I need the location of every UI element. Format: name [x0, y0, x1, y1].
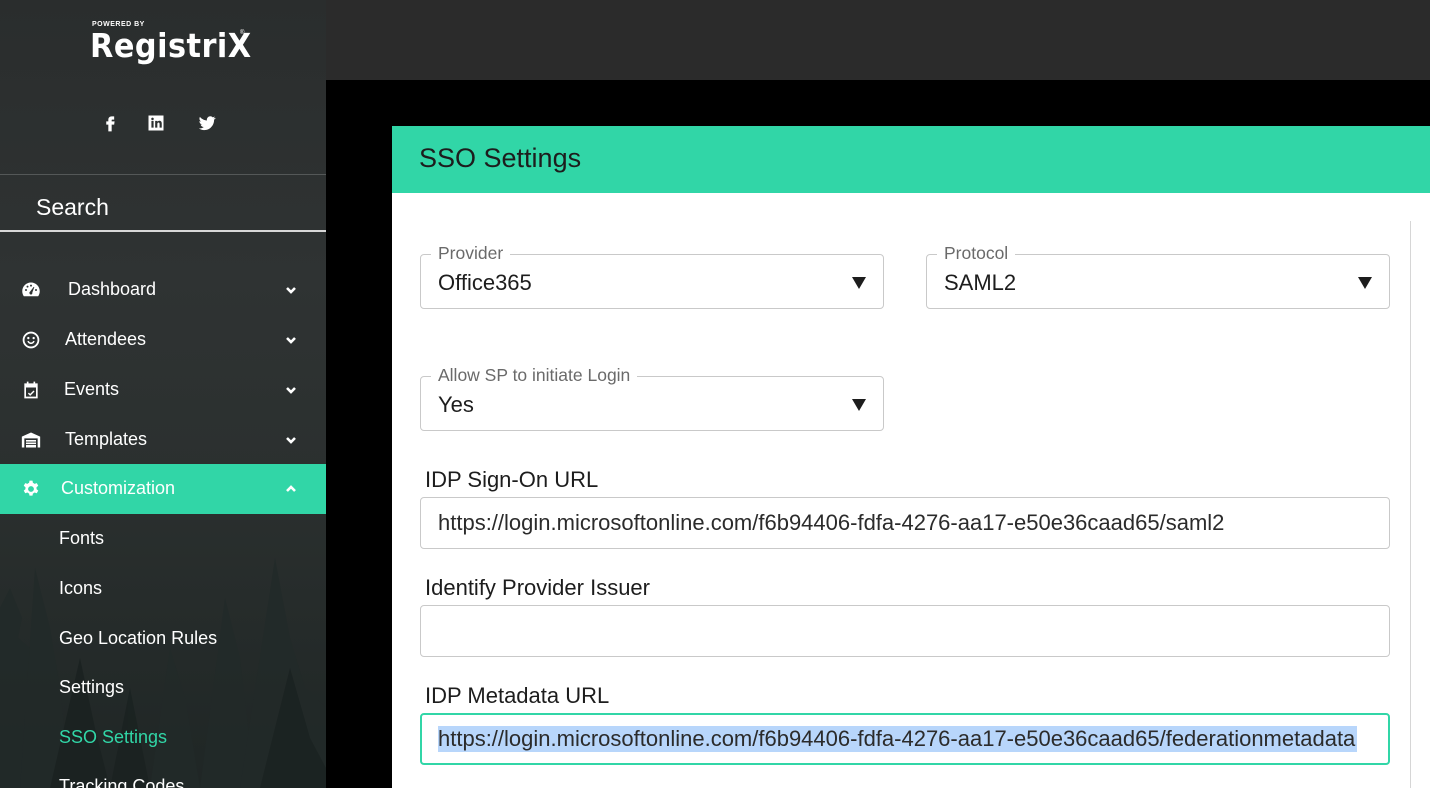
sidebar-item-events[interactable]: Events — [0, 365, 326, 415]
sidebar-search[interactable]: Search — [36, 194, 109, 221]
chevron-down-icon — [284, 383, 300, 399]
subitem-geo-location-rules[interactable]: Geo Location Rules — [59, 628, 217, 649]
registrix-logo[interactable]: POWERED BY RegistriX ® — [90, 20, 252, 65]
subitem-sso-settings[interactable]: SSO Settings — [59, 727, 167, 748]
dashboard-gauge-icon — [21, 280, 43, 302]
linkedin-icon[interactable] — [143, 110, 169, 136]
protocol-select[interactable]: Protocol SAML2 — [926, 243, 1390, 309]
issuer-field[interactable] — [420, 605, 1390, 657]
sidebar-item-label: Customization — [61, 478, 176, 498]
chevron-down-icon — [284, 433, 300, 449]
divider — [0, 174, 326, 175]
social-links — [0, 110, 326, 136]
top-bar — [326, 0, 1430, 80]
facebook-icon[interactable] — [97, 110, 123, 136]
subitem-tracking-codes[interactable]: Tracking Codes — [59, 776, 184, 788]
sso-settings-card: SSO Settings Provider Office365 Protocol… — [392, 126, 1430, 788]
allow-sp-legend: Allow SP to initiate Login — [431, 365, 638, 386]
twitter-icon[interactable] — [194, 110, 220, 136]
sidebar-item-templates[interactable]: Templates — [0, 415, 326, 465]
sidebar-item-customization[interactable]: Customization — [0, 464, 326, 514]
sidebar: POWERED BY RegistriX ® Search Dashboard … — [0, 0, 326, 788]
sidebar-item-label: Dashboard — [68, 279, 157, 299]
chevron-up-icon — [284, 482, 300, 498]
sidebar-item-label: Attendees — [65, 329, 147, 349]
trademark-mark: ® — [240, 30, 245, 36]
subitem-icons[interactable]: Icons — [59, 578, 102, 599]
sidebar-item-attendees[interactable]: Attendees — [0, 315, 326, 365]
warehouse-icon — [21, 430, 43, 452]
chevron-down-icon — [284, 333, 300, 349]
dropdown-arrow-icon — [851, 274, 867, 290]
page-title: SSO Settings — [419, 143, 582, 173]
idp-signon-label: IDP Sign-On URL — [425, 467, 599, 492]
protocol-value: SAML2 — [944, 270, 1017, 295]
chevron-down-icon — [284, 283, 300, 299]
provider-select[interactable]: Provider Office365 — [420, 243, 884, 309]
idp-signon-url-field[interactable]: https://login.microsoftonline.com/f6b944… — [420, 497, 1390, 549]
issuer-label: Identify Provider Issuer — [425, 575, 650, 600]
calendar-check-icon — [21, 380, 43, 402]
protocol-legend: Protocol — [937, 243, 1016, 264]
metadata-url-label: IDP Metadata URL — [425, 683, 610, 708]
sidebar-item-label: Events — [64, 379, 120, 399]
idp-metadata-url-field[interactable]: https://login.microsoftonline.com/f6b944… — [420, 713, 1390, 765]
sidebar-item-dashboard[interactable]: Dashboard — [0, 265, 326, 315]
provider-value: Office365 — [438, 270, 532, 295]
idp-metadata-url-value: https://login.microsoftonline.com/f6b944… — [438, 726, 1358, 752]
sidebar-item-label: Templates — [65, 429, 148, 449]
subitem-fonts[interactable]: Fonts — [59, 528, 104, 549]
search-underline — [0, 230, 326, 232]
gear-icon — [21, 479, 43, 501]
allow-sp-value: Yes — [438, 392, 474, 417]
dropdown-arrow-icon — [851, 396, 867, 412]
idp-signon-url-value: https://login.microsoftonline.com/f6b944… — [438, 510, 1225, 535]
smiley-icon — [21, 330, 43, 352]
brand-name: RegistriX — [90, 26, 252, 65]
provider-legend: Provider — [431, 243, 511, 264]
dropdown-arrow-icon — [1357, 274, 1373, 290]
forest-background — [0, 558, 326, 788]
card-header: SSO Settings — [392, 126, 1430, 193]
card-scroll-divider — [1410, 221, 1411, 788]
allow-sp-login-select[interactable]: Allow SP to initiate Login Yes — [420, 365, 884, 431]
subitem-settings[interactable]: Settings — [59, 677, 124, 698]
